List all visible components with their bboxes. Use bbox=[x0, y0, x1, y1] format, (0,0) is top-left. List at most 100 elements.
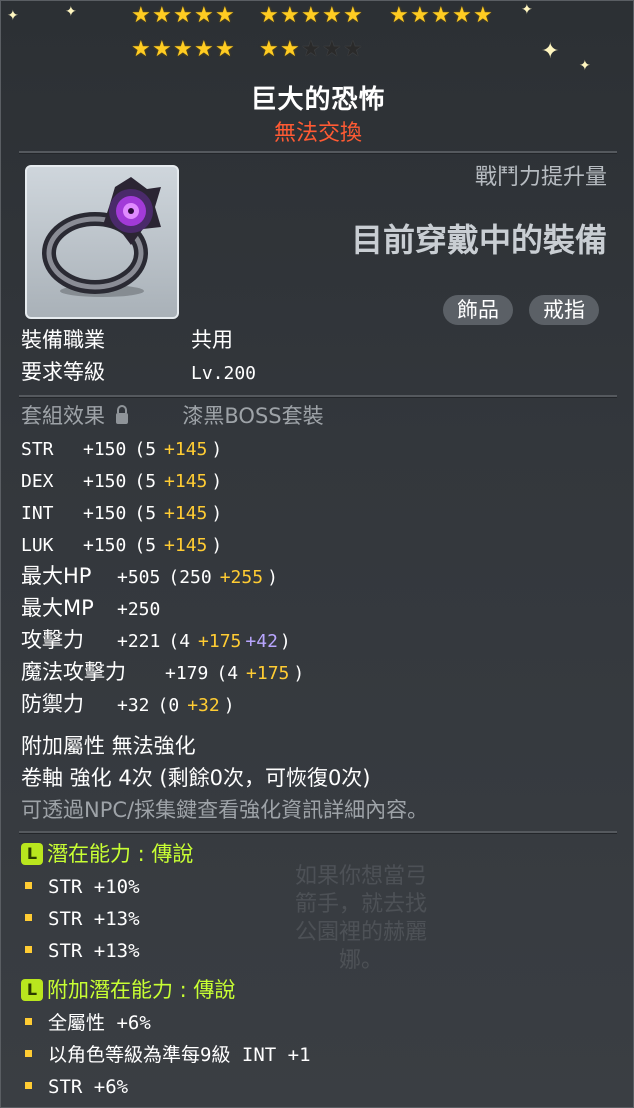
additional-option-row: 附加屬性 無法強化 bbox=[21, 734, 196, 758]
enhance-hint: 可透過NPC/採集鍵查看強化資訊詳細內容。 bbox=[21, 798, 429, 822]
star-filled-icon: ★ bbox=[280, 37, 300, 62]
ring-icon bbox=[42, 177, 161, 297]
stat-value: +221 bbox=[117, 631, 161, 652]
bullet-icon bbox=[25, 1081, 32, 1089]
stat-value: (4 bbox=[216, 663, 239, 684]
trade-status: 無法交換 bbox=[273, 121, 362, 146]
sparkle-icon: ✦ bbox=[521, 2, 533, 18]
divider bbox=[19, 151, 617, 154]
star-filled-icon: ★ bbox=[431, 3, 451, 28]
stat-row: 攻擊力 +221 (4 +175 +42) bbox=[21, 627, 291, 655]
stat-row: INT +150 (5 +145) bbox=[21, 499, 222, 527]
item-name: 巨大的恐怖 bbox=[250, 85, 386, 115]
stat-name: LUK bbox=[21, 535, 54, 556]
set-value: 漆黑BOSS套裝 bbox=[182, 404, 324, 428]
star-filled-icon: ★ bbox=[215, 3, 235, 28]
stat-value: +175 bbox=[246, 663, 290, 684]
star-empty-icon: ★ bbox=[301, 37, 321, 62]
star-filled-icon: ★ bbox=[389, 3, 409, 28]
item-tooltip: ★ ★ ★ ★ ★ ★ ★ ★ ★ ★ ★ ★ ★ ★ ★ ★ ★ ★ ★ ★ ★ ★ ★ ★ ★ ✦ ✦ ✦ ✦ ✦ 巨大的… bbox=[0, 0, 634, 1108]
star-filled-icon: ★ bbox=[173, 37, 193, 62]
star-filled-icon: ★ bbox=[259, 3, 279, 28]
potential-text: STR +10% bbox=[48, 876, 140, 898]
stat-value: +32 bbox=[187, 695, 220, 716]
sparkle-icon: ✦ bbox=[541, 39, 560, 64]
set-label: 套組效果 bbox=[21, 404, 105, 428]
stat-name: INT bbox=[21, 503, 54, 524]
stat-value: +145 bbox=[164, 471, 208, 492]
potential-text: 以角色等級為準每9級 INT +1 bbox=[48, 1044, 311, 1066]
job-row: 裝備職業 共用 bbox=[21, 327, 233, 353]
stat-value: +175 bbox=[198, 631, 242, 652]
tag-ring: 戒指 bbox=[529, 295, 599, 325]
star-filled-icon: ★ bbox=[131, 37, 151, 62]
level-row: 要求等級 Lv.200 bbox=[21, 359, 256, 387]
potential-line: STR +13% bbox=[21, 905, 140, 932]
stat-row: 最大HP +505 (250 +255) bbox=[21, 563, 278, 591]
stat-value: +505 bbox=[117, 567, 161, 588]
item-icon-frame bbox=[25, 165, 179, 319]
potential-line: STR +6% bbox=[21, 1073, 128, 1100]
star-filled-icon: ★ bbox=[173, 3, 193, 28]
job-value: 共用 bbox=[191, 328, 233, 352]
sparkle-icon: ✦ bbox=[65, 4, 77, 20]
stat-value: +145 bbox=[164, 503, 208, 524]
scroll-row: 卷軸 強化 4次 (剩餘0次，可恢復0次) bbox=[21, 766, 371, 790]
star-filled-icon: ★ bbox=[410, 3, 430, 28]
star-filled-icon: ★ bbox=[152, 3, 172, 28]
sparkle-icon: ✦ bbox=[579, 58, 591, 74]
star-filled-icon: ★ bbox=[194, 3, 214, 28]
stat-row: 魔法攻擊力 +179 (4 +175) bbox=[21, 659, 304, 687]
star-filled-icon: ★ bbox=[259, 37, 279, 62]
potential-line: STR +13% bbox=[21, 937, 140, 964]
potential-line: STR +10% bbox=[21, 873, 140, 900]
potential-text: 全屬性 +6% bbox=[48, 1012, 151, 1034]
combat-power-label: 戰鬥力提升量 bbox=[474, 165, 607, 190]
star-filled-icon: ★ bbox=[280, 3, 300, 28]
stat-value: ) bbox=[293, 663, 305, 684]
star-force-row-1: ★ ★ ★ ★ ★ ★ ★ ★ ★ ★ ★ ★ ★ ★ ★ bbox=[1, 3, 634, 33]
stat-value: +42 bbox=[245, 631, 278, 652]
stat-row: 最大MP +250 bbox=[21, 595, 168, 623]
bullet-icon bbox=[25, 1049, 32, 1057]
stat-name: 魔法攻擊力 bbox=[21, 660, 126, 684]
stat-value: (0 bbox=[157, 695, 180, 716]
star-filled-icon: ★ bbox=[194, 37, 214, 62]
star-filled-icon: ★ bbox=[152, 37, 172, 62]
bullet-icon bbox=[25, 1017, 32, 1025]
stat-name: DEX bbox=[21, 471, 54, 492]
bullet-icon bbox=[25, 945, 32, 953]
stat-value: +250 bbox=[117, 599, 161, 620]
star-filled-icon: ★ bbox=[473, 3, 493, 28]
star-empty-icon: ★ bbox=[322, 37, 342, 62]
star-filled-icon: ★ bbox=[452, 3, 472, 28]
stat-value: (250 bbox=[168, 567, 212, 588]
stat-value: (5 bbox=[134, 471, 157, 492]
stat-value: (5 bbox=[134, 439, 157, 460]
divider bbox=[19, 395, 617, 398]
stat-value: +150 bbox=[83, 439, 127, 460]
set-row: 套組效果 漆黑BOSS套裝 bbox=[21, 403, 324, 429]
star-filled-icon: ★ bbox=[301, 3, 321, 28]
stat-row: DEX +150 (5 +145) bbox=[21, 467, 222, 495]
stat-row: STR +150 (5 +145) bbox=[21, 435, 222, 463]
stat-value: ) bbox=[211, 471, 223, 492]
stat-row: 防禦力 +32 (0 +32) bbox=[21, 691, 235, 719]
star-filled-icon: ★ bbox=[215, 37, 235, 62]
stat-value: (5 bbox=[134, 535, 157, 556]
stat-name: 最大HP bbox=[21, 564, 92, 588]
legendary-badge-icon: L bbox=[21, 843, 43, 865]
lock-icon bbox=[115, 405, 128, 424]
stat-value: ) bbox=[211, 503, 223, 524]
stat-value: +32 bbox=[117, 695, 150, 716]
star-filled-icon: ★ bbox=[322, 3, 342, 28]
stat-name: 最大MP bbox=[21, 596, 94, 620]
stat-value: +179 bbox=[165, 663, 209, 684]
stat-value: +145 bbox=[164, 439, 208, 460]
potential-line: 以角色等級為準每9級 INT +1 bbox=[21, 1041, 311, 1068]
star-filled-icon: ★ bbox=[343, 3, 363, 28]
stat-value: +150 bbox=[83, 503, 127, 524]
star-filled-icon: ★ bbox=[131, 3, 151, 28]
stat-name: 攻擊力 bbox=[21, 628, 84, 652]
job-label: 裝備職業 bbox=[21, 328, 105, 352]
